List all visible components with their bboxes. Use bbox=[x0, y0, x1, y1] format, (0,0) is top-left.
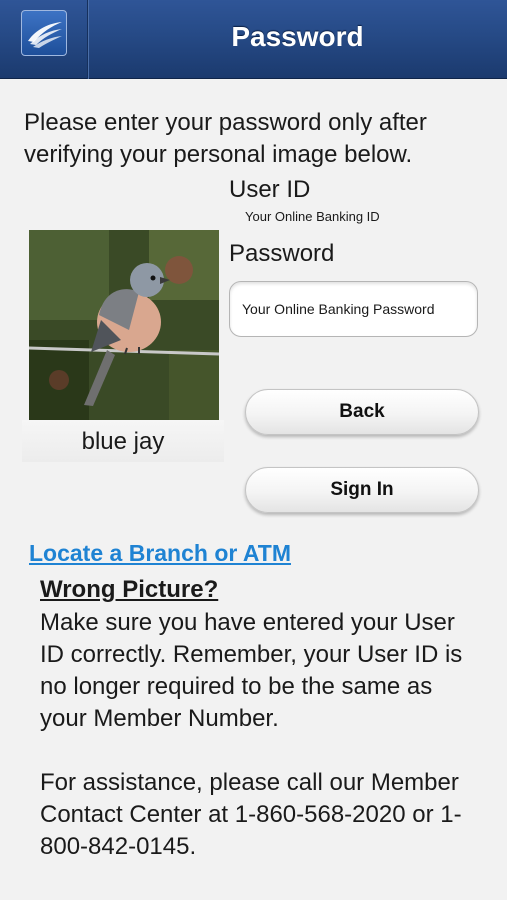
swoosh-logo-icon bbox=[21, 10, 67, 56]
header-bar: Password bbox=[0, 0, 507, 79]
contact-help-paragraph: For assistance, please call our Member C… bbox=[40, 769, 462, 860]
page-title: Password bbox=[231, 21, 364, 52]
personal-image bbox=[29, 230, 219, 420]
user-id-value: Your Online Banking ID bbox=[245, 209, 380, 224]
help-text: Make sure you have entered your User ID … bbox=[40, 607, 480, 863]
personal-image-caption: blue jay bbox=[22, 420, 224, 462]
intro-text: Please enter your password only after ve… bbox=[24, 109, 427, 168]
password-input[interactable] bbox=[229, 281, 478, 337]
back-button[interactable]: Back bbox=[245, 389, 479, 435]
user-id-help-paragraph: Make sure you have entered your User ID … bbox=[40, 609, 463, 732]
locate-branch-atm-link[interactable]: Locate a Branch or ATM bbox=[29, 540, 291, 567]
home-logo-button[interactable] bbox=[0, 0, 88, 79]
user-id-label: User ID bbox=[229, 176, 311, 203]
password-label: Password bbox=[229, 240, 335, 267]
sign-in-button[interactable]: Sign In bbox=[245, 467, 479, 513]
wrong-picture-heading: Wrong Picture? bbox=[40, 576, 219, 603]
